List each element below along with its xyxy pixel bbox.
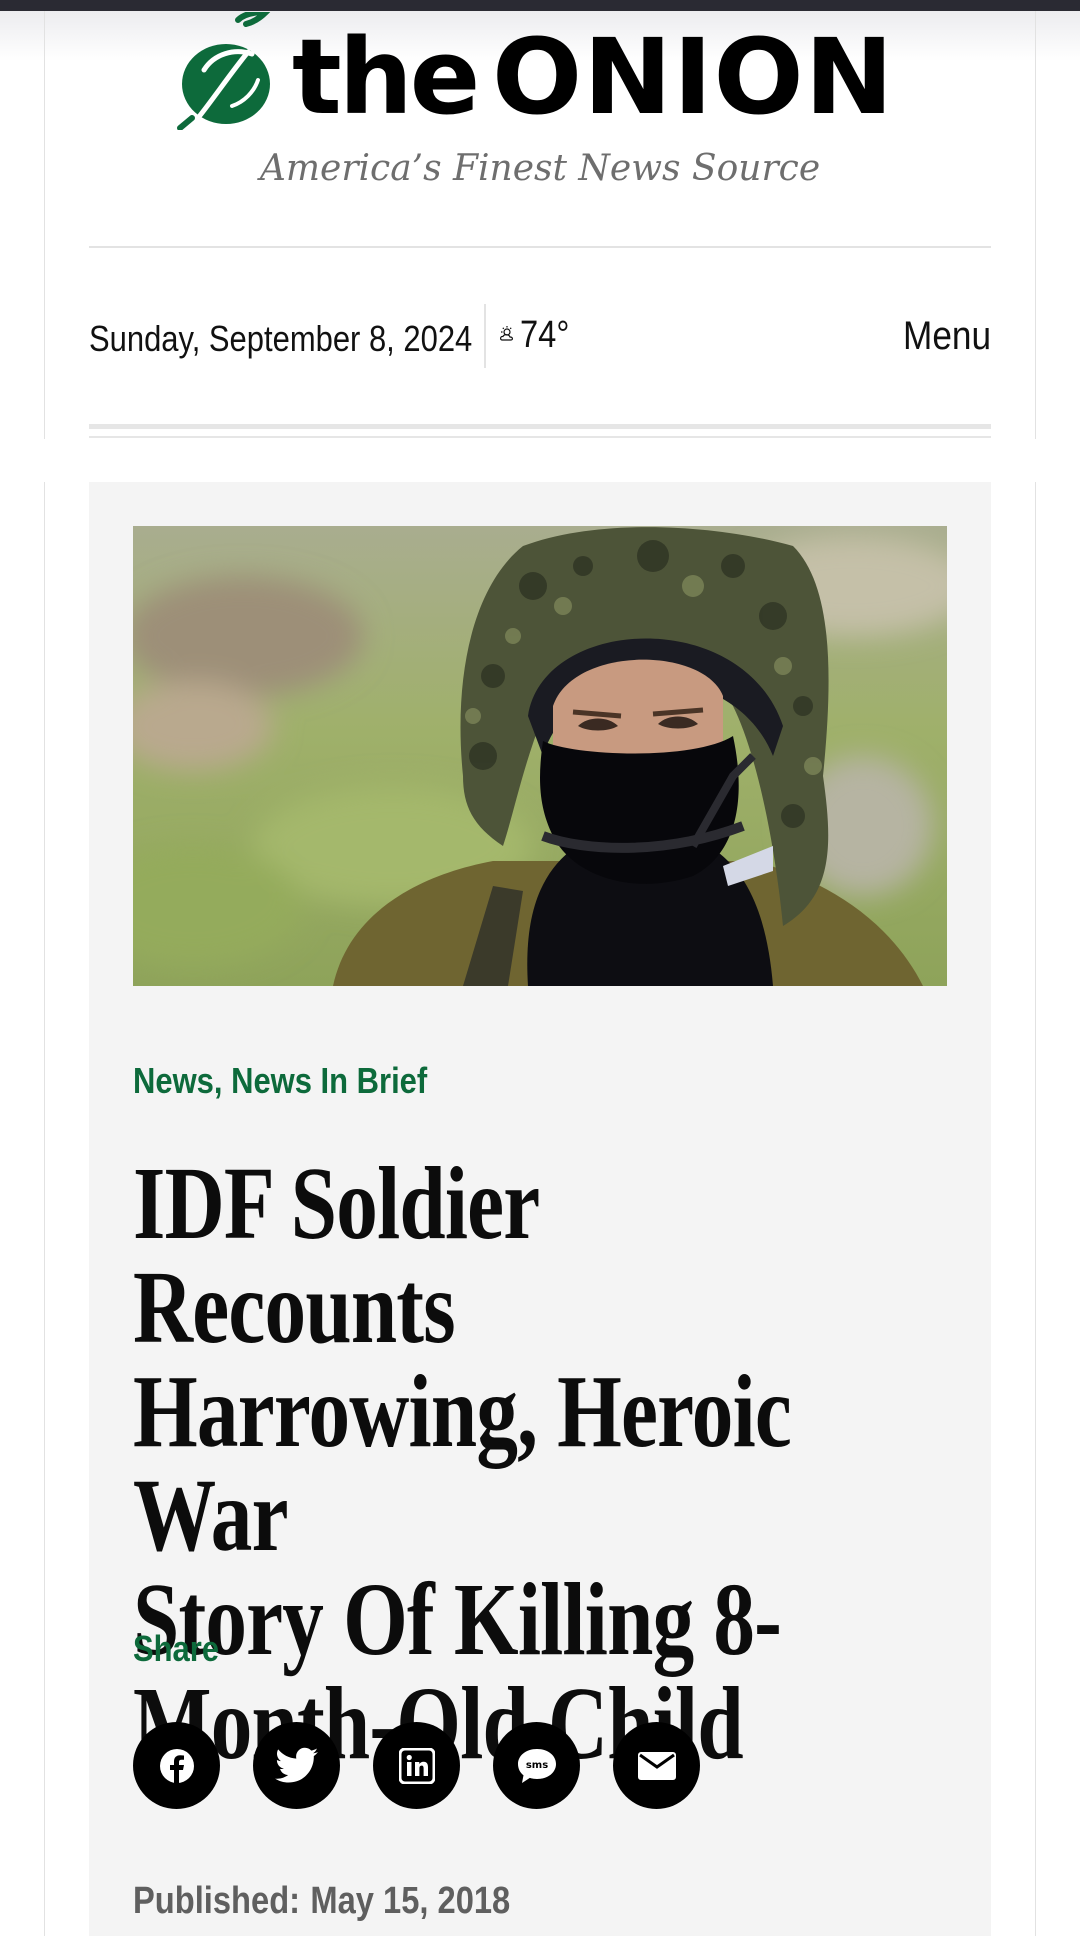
published-info: Published: May 15, 2018 <box>133 1880 510 1923</box>
frame-line-left-lower <box>44 482 45 1936</box>
logo-onion-text: ONION <box>492 16 895 138</box>
share-twitter-button[interactable] <box>253 1722 340 1809</box>
menu-button[interactable]: Menu <box>903 314 991 359</box>
partly-cloudy-icon <box>500 325 513 341</box>
frame-line-left <box>44 11 45 439</box>
article-headline: IDF Soldier Recounts Harrowing, Heroic W… <box>133 1152 869 1776</box>
soldier-photo <box>133 526 947 986</box>
weather-widget[interactable]: 74° <box>498 314 577 357</box>
current-date: Sunday, September 8, 2024 <box>89 318 473 359</box>
site-tagline: America’s Finest News Source <box>259 148 821 189</box>
sms-text: sms <box>525 1760 547 1771</box>
logo-the-text: the <box>292 16 480 138</box>
twitter-icon <box>274 1747 318 1782</box>
article-hero-image[interactable] <box>133 526 947 986</box>
share-email-button[interactable] <box>613 1722 700 1809</box>
published-label: Published: <box>133 1880 301 1922</box>
share-facebook-button[interactable] <box>133 1722 220 1809</box>
header-divider <box>89 246 991 248</box>
browser-top-bar <box>0 0 1080 11</box>
published-date: May 15, 2018 <box>310 1880 511 1922</box>
linkedin-icon <box>398 1747 435 1784</box>
nav-divider-top <box>89 424 991 429</box>
frame-line-right <box>1035 11 1036 439</box>
facebook-icon <box>159 1748 194 1783</box>
share-label: Share <box>133 1628 220 1669</box>
onion-logo-icon <box>177 12 271 130</box>
share-sms-button[interactable]: sms <box>493 1722 580 1809</box>
weather-divider <box>484 304 486 368</box>
headline-line: IDF Soldier Recounts <box>133 1146 539 1365</box>
nav-divider-bottom <box>89 436 991 438</box>
article-categories[interactable]: News, News In Brief <box>133 1060 427 1102</box>
temperature: 74° <box>520 314 570 356</box>
headline-line: Harrowing, Heroic War <box>133 1354 792 1573</box>
sms-icon: sms <box>517 1748 556 1783</box>
email-icon <box>637 1751 676 1780</box>
frame-line-right-lower <box>1035 482 1036 1936</box>
share-linkedin-button[interactable] <box>373 1722 460 1809</box>
site-logo[interactable]: the ONION <box>174 12 914 138</box>
headline-line: Story Of Killing 8- <box>133 1562 782 1677</box>
